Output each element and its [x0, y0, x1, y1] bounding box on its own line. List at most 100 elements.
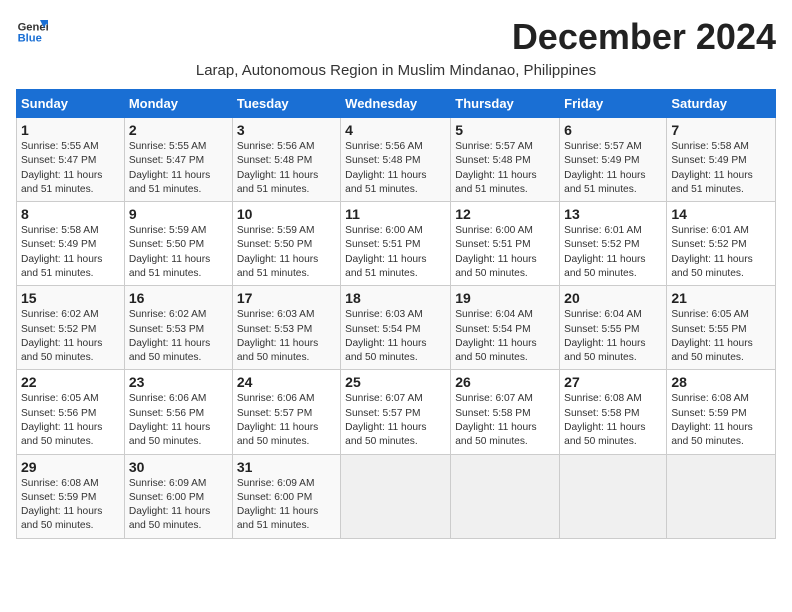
day-number: 10 — [237, 206, 336, 222]
day-info: Sunrise: 6:05 AM Sunset: 5:55 PM Dayligh… — [671, 308, 771, 365]
day-info: Sunrise: 6:06 AM Sunset: 5:56 PM Dayligh… — [129, 392, 228, 449]
day-info: Sunrise: 6:06 AM Sunset: 5:57 PM Dayligh… — [237, 392, 336, 449]
day-number: 2 — [129, 122, 228, 138]
calendar-header-row: SundayMondayTuesdayWednesdayThursdayFrid… — [17, 90, 776, 118]
calendar-day-cell: 14 Sunrise: 6:01 AM Sunset: 5:52 PM Dayli… — [667, 202, 776, 286]
day-number: 4 — [345, 122, 446, 138]
month-title: December 2024 — [512, 16, 776, 58]
calendar-day-cell: 17 Sunrise: 6:03 AM Sunset: 5:53 PM Dayli… — [232, 286, 340, 370]
day-number: 25 — [345, 374, 446, 390]
day-info: Sunrise: 5:58 AM Sunset: 5:49 PM Dayligh… — [671, 140, 771, 197]
calendar-week-row: 29 Sunrise: 6:08 AM Sunset: 5:59 PM Dayli… — [17, 454, 776, 538]
day-info: Sunrise: 6:05 AM Sunset: 5:56 PM Dayligh… — [21, 392, 120, 449]
day-number: 11 — [345, 206, 446, 222]
day-number: 15 — [21, 290, 120, 306]
calendar-day-cell: 1 Sunrise: 5:55 AM Sunset: 5:47 PM Daylig… — [17, 118, 125, 202]
calendar-day-cell: 16 Sunrise: 6:02 AM Sunset: 5:53 PM Dayli… — [124, 286, 232, 370]
calendar-header-cell: Wednesday — [341, 90, 451, 118]
calendar-day-cell: 3 Sunrise: 5:56 AM Sunset: 5:48 PM Daylig… — [232, 118, 340, 202]
calendar-day-cell: 20 Sunrise: 6:04 AM Sunset: 5:55 PM Dayli… — [560, 286, 667, 370]
subtitle: Larap, Autonomous Region in Muslim Minda… — [16, 62, 776, 79]
calendar-week-row: 15Sunrise: 6:02 AM Sunset: 5:52 PM Dayli… — [17, 286, 776, 370]
day-number: 19 — [455, 290, 555, 306]
calendar-day-cell: 7 Sunrise: 5:58 AM Sunset: 5:49 PM Daylig… — [667, 118, 776, 202]
day-number: 20 — [564, 290, 662, 306]
calendar-header-cell: Monday — [124, 90, 232, 118]
day-number: 21 — [671, 290, 771, 306]
day-number: 8 — [21, 206, 120, 222]
day-info: Sunrise: 5:56 AM Sunset: 5:48 PM Dayligh… — [237, 140, 336, 197]
calendar-day-cell: 12 Sunrise: 6:00 AM Sunset: 5:51 PM Dayli… — [451, 202, 560, 286]
day-info: Sunrise: 6:03 AM Sunset: 5:53 PM Dayligh… — [237, 308, 336, 365]
day-number: 1 — [21, 122, 120, 138]
day-number: 28 — [671, 374, 771, 390]
day-info: Sunrise: 6:00 AM Sunset: 5:51 PM Dayligh… — [455, 224, 555, 281]
day-info: Sunrise: 6:08 AM Sunset: 5:59 PM Dayligh… — [21, 477, 120, 534]
calendar-day-cell: 6 Sunrise: 5:57 AM Sunset: 5:49 PM Daylig… — [560, 118, 667, 202]
calendar-day-cell: 2 Sunrise: 5:55 AM Sunset: 5:47 PM Daylig… — [124, 118, 232, 202]
calendar-header-cell: Saturday — [667, 90, 776, 118]
calendar-day-cell: 8 Sunrise: 5:58 AM Sunset: 5:49 PM Daylig… — [17, 202, 125, 286]
day-info: Sunrise: 6:04 AM Sunset: 5:55 PM Dayligh… — [564, 308, 662, 365]
day-info: Sunrise: 5:58 AM Sunset: 5:49 PM Dayligh… — [21, 224, 120, 281]
calendar-day-cell — [667, 454, 776, 538]
day-info: Sunrise: 5:55 AM Sunset: 5:47 PM Dayligh… — [129, 140, 228, 197]
day-info: Sunrise: 6:07 AM Sunset: 5:58 PM Dayligh… — [455, 392, 555, 449]
calendar-day-cell: 4Sunrise: 5:56 AM Sunset: 5:48 PM Daylig… — [341, 118, 451, 202]
day-number: 14 — [671, 206, 771, 222]
day-info: Sunrise: 5:55 AM Sunset: 5:47 PM Dayligh… — [21, 140, 120, 197]
day-info: Sunrise: 6:03 AM Sunset: 5:54 PM Dayligh… — [345, 308, 446, 365]
logo-icon: General Blue — [16, 16, 48, 48]
calendar-day-cell: 19 Sunrise: 6:04 AM Sunset: 5:54 PM Dayli… — [451, 286, 560, 370]
calendar-day-cell: 24Sunrise: 6:06 AM Sunset: 5:57 PM Dayli… — [232, 370, 340, 454]
day-number: 13 — [564, 206, 662, 222]
calendar-day-cell — [451, 454, 560, 538]
calendar-day-cell: 29 Sunrise: 6:08 AM Sunset: 5:59 PM Dayli… — [17, 454, 125, 538]
day-info: Sunrise: 6:04 AM Sunset: 5:54 PM Dayligh… — [455, 308, 555, 365]
calendar-day-cell: 11 Sunrise: 6:00 AM Sunset: 5:51 PM Dayli… — [341, 202, 451, 286]
day-info: Sunrise: 6:02 AM Sunset: 5:53 PM Dayligh… — [129, 308, 228, 365]
calendar-day-cell: 26 Sunrise: 6:07 AM Sunset: 5:58 PM Dayli… — [451, 370, 560, 454]
day-info: Sunrise: 6:08 AM Sunset: 5:58 PM Dayligh… — [564, 392, 662, 449]
calendar-body: 1 Sunrise: 5:55 AM Sunset: 5:47 PM Daylig… — [17, 118, 776, 539]
day-number: 22 — [21, 374, 120, 390]
calendar-header-cell: Tuesday — [232, 90, 340, 118]
calendar-day-cell — [341, 454, 451, 538]
day-number: 26 — [455, 374, 555, 390]
calendar-week-row: 22 Sunrise: 6:05 AM Sunset: 5:56 PM Dayli… — [17, 370, 776, 454]
calendar-week-row: 8 Sunrise: 5:58 AM Sunset: 5:49 PM Daylig… — [17, 202, 776, 286]
calendar-day-cell: 30Sunrise: 6:09 AM Sunset: 6:00 PM Dayli… — [124, 454, 232, 538]
calendar-day-cell: 22 Sunrise: 6:05 AM Sunset: 5:56 PM Dayli… — [17, 370, 125, 454]
day-number: 6 — [564, 122, 662, 138]
calendar-day-cell: 15Sunrise: 6:02 AM Sunset: 5:52 PM Dayli… — [17, 286, 125, 370]
day-info: Sunrise: 6:07 AM Sunset: 5:57 PM Dayligh… — [345, 392, 446, 449]
logo: General Blue — [16, 16, 52, 48]
calendar-day-cell: 23Sunrise: 6:06 AM Sunset: 5:56 PM Dayli… — [124, 370, 232, 454]
calendar-day-cell: 13Sunrise: 6:01 AM Sunset: 5:52 PM Dayli… — [560, 202, 667, 286]
day-info: Sunrise: 5:57 AM Sunset: 5:48 PM Dayligh… — [455, 140, 555, 197]
day-number: 31 — [237, 459, 336, 475]
day-info: Sunrise: 6:00 AM Sunset: 5:51 PM Dayligh… — [345, 224, 446, 281]
day-info: Sunrise: 5:57 AM Sunset: 5:49 PM Dayligh… — [564, 140, 662, 197]
calendar-day-cell: 18 Sunrise: 6:03 AM Sunset: 5:54 PM Dayli… — [341, 286, 451, 370]
day-number: 27 — [564, 374, 662, 390]
day-number: 16 — [129, 290, 228, 306]
calendar-day-cell: 5 Sunrise: 5:57 AM Sunset: 5:48 PM Daylig… — [451, 118, 560, 202]
day-info: Sunrise: 5:59 AM Sunset: 5:50 PM Dayligh… — [129, 224, 228, 281]
day-number: 29 — [21, 459, 120, 475]
day-number: 9 — [129, 206, 228, 222]
day-info: Sunrise: 6:01 AM Sunset: 5:52 PM Dayligh… — [671, 224, 771, 281]
day-number: 3 — [237, 122, 336, 138]
calendar-day-cell: 21 Sunrise: 6:05 AM Sunset: 5:55 PM Dayli… — [667, 286, 776, 370]
day-number: 18 — [345, 290, 446, 306]
calendar-day-cell: 10 Sunrise: 5:59 AM Sunset: 5:50 PM Dayli… — [232, 202, 340, 286]
day-info: Sunrise: 6:09 AM Sunset: 6:00 PM Dayligh… — [237, 477, 336, 534]
day-info: Sunrise: 6:09 AM Sunset: 6:00 PM Dayligh… — [129, 477, 228, 534]
day-number: 7 — [671, 122, 771, 138]
day-info: Sunrise: 5:59 AM Sunset: 5:50 PM Dayligh… — [237, 224, 336, 281]
calendar-header-cell: Thursday — [451, 90, 560, 118]
day-number: 5 — [455, 122, 555, 138]
day-number: 17 — [237, 290, 336, 306]
svg-text:Blue: Blue — [18, 33, 42, 45]
day-number: 12 — [455, 206, 555, 222]
